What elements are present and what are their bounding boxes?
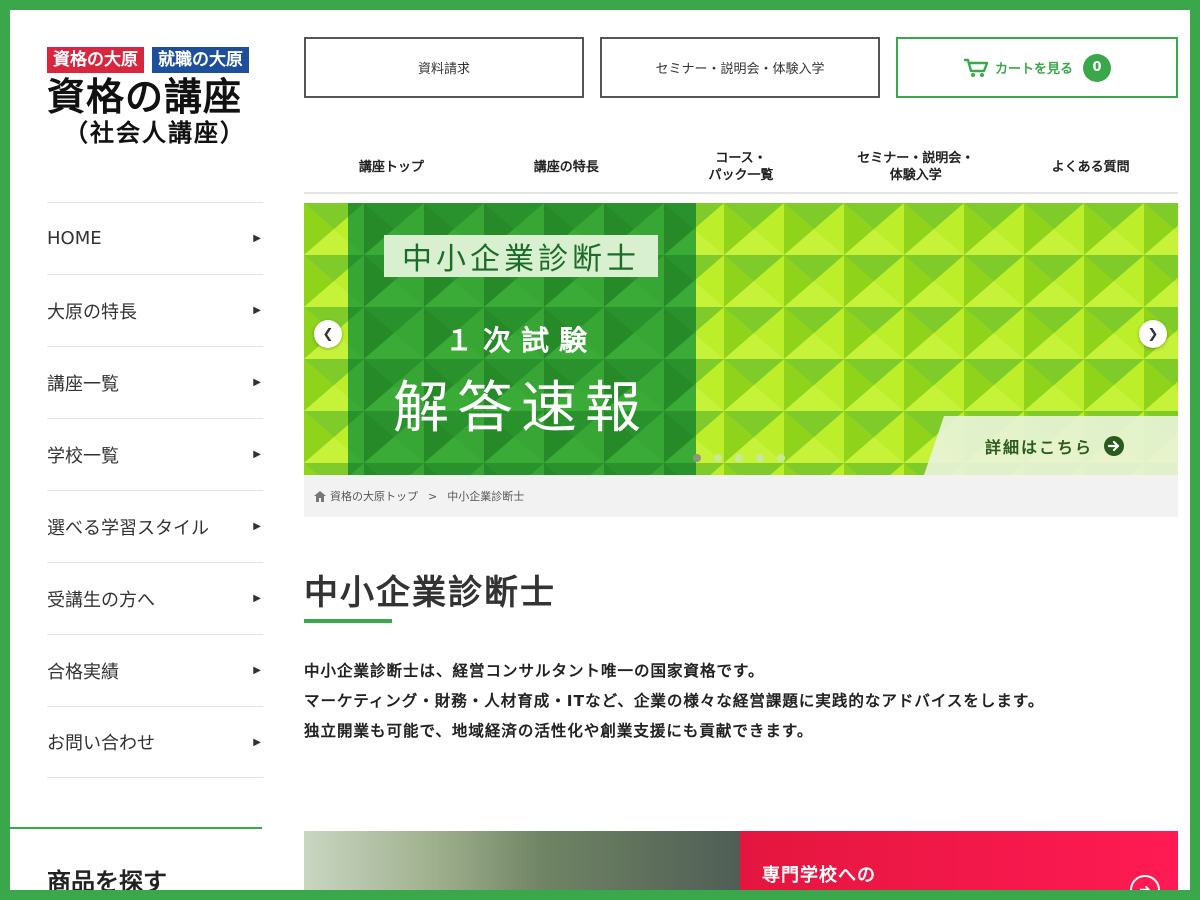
banner-heading-large: 解答速報 xyxy=(393,376,649,441)
sidebar-item-label: 学校一覧 xyxy=(47,445,119,467)
slider-next-button[interactable]: ❯ xyxy=(1139,320,1167,348)
slider-prev-button[interactable]: ❮ xyxy=(314,320,342,348)
sidebar-item-study-styles[interactable]: 選べる学習スタイル ▶ xyxy=(47,490,263,562)
logo-badges: 資格の大原 就職の大原 xyxy=(47,47,263,73)
chevron-right-icon: ▶ xyxy=(253,233,261,244)
chevron-right-icon: ▶ xyxy=(253,377,261,388)
tab-faq[interactable]: よくある質問 xyxy=(1003,142,1178,192)
sidebar-item-home[interactable]: HOME ▶ xyxy=(47,202,263,274)
breadcrumb: 資格の大原トップ > 中小企業診断士 xyxy=(304,475,1178,517)
logo-badge-shushoku: 就職の大原 xyxy=(152,47,249,73)
chevron-right-icon: ▶ xyxy=(253,305,261,316)
seminar-label: セミナー・説明会・体験入学 xyxy=(655,62,825,77)
tab-course-top[interactable]: 講座トップ xyxy=(304,142,479,192)
sidebar-item-label: 受講生の方へ xyxy=(47,589,155,611)
description-line: マーケティング・財務・人材育成・ITなど、企業の様々な経営課題に実践的なアドバイ… xyxy=(304,692,1045,710)
chevron-left-icon: ❮ xyxy=(322,326,334,342)
sidebar-item-students[interactable]: 受講生の方へ ▶ xyxy=(47,562,263,634)
tab-seminar[interactable]: セミナー・説明会・ 体験入学 xyxy=(828,142,1003,192)
tab-course-features[interactable]: 講座の特長 xyxy=(479,142,654,192)
sidebar-item-label: 大原の特長 xyxy=(47,301,137,323)
logo-subtitle: （社会人講座） xyxy=(64,119,246,147)
view-cart-label: カートを見る xyxy=(994,62,1073,77)
course-subnav: 講座トップ 講座の特長 コース・ パック一覧 セミナー・説明会・ 体験入学 よく… xyxy=(304,142,1178,194)
slider-dot[interactable] xyxy=(777,454,785,462)
slider-dot[interactable] xyxy=(735,454,743,462)
banner-details-link[interactable]: 詳細はこちら xyxy=(932,416,1178,475)
banner-tag: 中小企業診断士 xyxy=(384,235,658,277)
arrow-circle-right-icon xyxy=(1104,435,1124,456)
page-title: 中小企業診断士 xyxy=(304,573,556,613)
chevron-right-icon: ▶ xyxy=(253,593,261,604)
site-logo[interactable]: 資格の大原 就職の大原 資格の講座 （社会人講座） xyxy=(47,47,263,147)
sidebar-item-label: お問い合わせ xyxy=(47,733,155,754)
promo-text: 専門学校への xyxy=(762,865,876,886)
sidebar-nav: HOME ▶ 大原の特長 ▶ 講座一覧 ▶ 学校一覧 ▶ 選べる学習スタイル ▶… xyxy=(47,202,263,778)
product-search-heading: 商品を探す xyxy=(47,868,167,890)
sidebar-item-results[interactable]: 合格実績 ▶ xyxy=(47,634,263,706)
logo-title: 資格の講座 xyxy=(47,75,243,119)
chevron-right-icon: ▶ xyxy=(253,665,261,676)
main-content: 資料請求 セミナー・説明会・体験入学 カートを見る 0 講座トップ 講座の特長 … xyxy=(304,10,1178,890)
sidebar-item-label: 選べる学習スタイル xyxy=(47,517,209,539)
hero-slider[interactable]: 中小企業診断士 １次試験 解答速報 詳細はこちら ❮ ❯ xyxy=(304,203,1178,475)
request-materials-button[interactable]: 資料請求 xyxy=(304,37,584,98)
sidebar-item-contact[interactable]: お問い合わせ ▶ xyxy=(47,706,263,778)
slider-dot[interactable] xyxy=(714,454,722,462)
banner-details-label: 詳細はこちら xyxy=(984,437,1093,457)
description-line: 独立開業も可能で、地域経済の活性化や創業支援にも貢献できます。 xyxy=(304,722,814,740)
chevron-right-icon: ▶ xyxy=(253,521,261,532)
chevron-right-icon: ❯ xyxy=(1147,326,1159,342)
cart-count-badge: 0 xyxy=(1083,53,1111,82)
banner-heading-small: １次試験 xyxy=(444,324,597,357)
slider-dots xyxy=(693,454,785,462)
promo-photo xyxy=(304,831,740,890)
breadcrumb-home-link[interactable]: 資格の大原トップ xyxy=(330,488,418,504)
title-underline xyxy=(304,619,392,623)
tab-course-list[interactable]: コース・ パック一覧 xyxy=(654,142,829,192)
slider-dot[interactable] xyxy=(693,454,701,462)
arrow-circle-right-icon: ➜ xyxy=(1130,875,1160,890)
view-cart-button[interactable]: カートを見る 0 xyxy=(896,37,1178,98)
header-buttons: 資料請求 セミナー・説明会・体験入学 カートを見る 0 xyxy=(304,37,1178,98)
breadcrumb-current: 中小企業診断士 xyxy=(447,490,525,503)
seminar-button[interactable]: セミナー・説明会・体験入学 xyxy=(600,37,880,98)
sidebar-item-label: 合格実績 xyxy=(47,661,119,683)
slider-dot[interactable] xyxy=(756,454,764,462)
sidebar-item-courses[interactable]: 講座一覧 ▶ xyxy=(47,346,263,418)
page-frame: 資格の大原 就職の大原 資格の講座 （社会人講座） HOME ▶ 大原の特長 ▶… xyxy=(10,10,1190,890)
sidebar: 資格の大原 就職の大原 資格の講座 （社会人講座） HOME ▶ 大原の特長 ▶… xyxy=(10,10,272,890)
sidebar-divider xyxy=(10,827,262,829)
sidebar-item-features[interactable]: 大原の特長 ▶ xyxy=(47,274,263,346)
sidebar-item-label: 講座一覧 xyxy=(47,373,119,395)
promo-panel: 専門学校への ➜ xyxy=(740,831,1178,890)
logo-badge-shikaku: 資格の大原 xyxy=(47,47,144,73)
chevron-right-icon: ▶ xyxy=(253,449,261,460)
cart-icon xyxy=(963,58,989,77)
sidebar-item-schools[interactable]: 学校一覧 ▶ xyxy=(47,418,263,490)
course-description: 中小企業診断士は、経営コンサルタント唯一の国家資格です。 マーケティング・財務・… xyxy=(304,656,1178,746)
description-line: 中小企業診断士は、経営コンサルタント唯一の国家資格です。 xyxy=(304,662,765,680)
chevron-right-icon: ▶ xyxy=(253,736,261,748)
sidebar-item-label: HOME xyxy=(47,228,102,249)
home-icon xyxy=(314,490,326,502)
promo-banner[interactable]: 専門学校への ➜ xyxy=(304,831,1178,890)
request-materials-label: 資料請求 xyxy=(417,62,470,77)
breadcrumb-separator: > xyxy=(428,489,438,503)
